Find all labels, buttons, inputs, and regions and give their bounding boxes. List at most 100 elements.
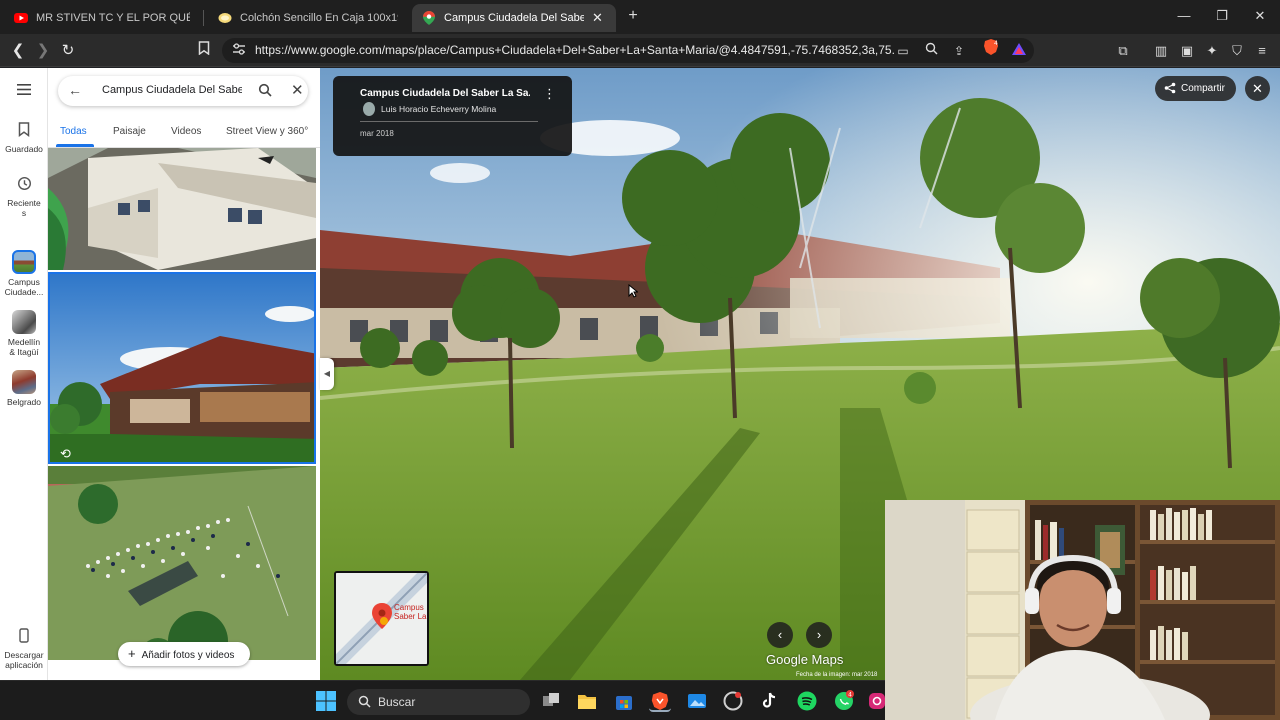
hamburger-menu-icon[interactable] (0, 84, 48, 97)
previous-photo-button[interactable]: ‹ (767, 622, 793, 648)
close-window-icon[interactable]: ✕ (1250, 8, 1270, 24)
windows-start-icon[interactable] (315, 690, 337, 712)
place-thumbnail (12, 370, 36, 394)
vpn-icon[interactable]: ⛉ (1228, 42, 1246, 60)
bookmark-icon (13, 122, 35, 140)
tab-separator (203, 10, 204, 26)
photo-author[interactable]: Luis Horacio Echeverry Molina (381, 104, 496, 114)
maps-left-rail: Guardado Reciente s Campus Ciudade... Me… (0, 68, 48, 680)
add-photos-button[interactable]: + Añadir fotos y videos (118, 642, 250, 666)
more-options-icon[interactable]: ⋮ (543, 86, 556, 102)
phone-icon (13, 628, 35, 646)
app-icon[interactable] (722, 690, 744, 712)
sidebar-icon[interactable]: ▥ (1152, 42, 1170, 60)
plus-icon: + (128, 646, 136, 661)
share-label: Compartir (1181, 83, 1225, 94)
site-settings-icon[interactable] (230, 42, 248, 60)
photo-thumbnail[interactable] (48, 466, 316, 660)
tab-label: Campus Ciudadela Del Saber La (444, 12, 584, 24)
brave-shields-icon[interactable]: 4 (982, 38, 1000, 56)
photo-date: mar 2018 (360, 129, 394, 138)
taskbar-search-box[interactable]: Buscar (347, 689, 530, 715)
address-bar[interactable]: https://www.google.com/maps/place/Campus… (222, 38, 1034, 63)
maps-search-box[interactable]: ← Campus Ciudadela Del Saber ✕ (58, 76, 308, 106)
screen: MR STIVEN TC Y EL POR QUÉ NO SE Colchón … (0, 0, 1280, 720)
clear-search-icon[interactable]: ✕ (291, 81, 304, 99)
rail-place-medellin[interactable]: Medellín & Itagüí (0, 310, 48, 357)
search-input[interactable]: Campus Ciudadela Del Saber (102, 84, 242, 96)
instagram-icon[interactable] (868, 690, 890, 712)
google-maps-watermark: Google Maps (766, 652, 844, 667)
author-avatar (363, 102, 375, 116)
share-page-icon[interactable]: ⇪ (950, 42, 968, 60)
tab-paisaje[interactable]: Paisaje (113, 126, 146, 137)
svg-text:4: 4 (994, 40, 998, 47)
youtube-icon (14, 11, 28, 25)
add-photos-label: Añadir fotos y videos (141, 650, 235, 661)
whatsapp-icon[interactable]: 4 (833, 690, 855, 712)
brave-rewards-icon[interactable] (1010, 42, 1028, 60)
wallet-icon[interactable]: ▣ (1178, 42, 1196, 60)
close-street-view-icon[interactable]: ✕ (1245, 76, 1270, 101)
image-date-label: Fecha de la imagen: mar 2018 (796, 672, 878, 678)
new-tab-button[interactable]: + (624, 7, 642, 25)
mini-map[interactable]: Campus Saber La (334, 571, 429, 666)
share-button[interactable]: Compartir (1155, 76, 1236, 101)
url-text[interactable]: https://www.google.com/maps/place/Campus… (255, 43, 895, 57)
tiktok-icon[interactable] (758, 690, 780, 712)
close-tab-icon[interactable]: ✕ (592, 10, 603, 26)
file-explorer-icon[interactable] (576, 690, 598, 712)
browser-toolbar: ❮ ❯ ↻ https://www.google.com/maps/place/… (0, 34, 1280, 67)
task-view-icon[interactable] (540, 690, 562, 712)
rail-place-campus[interactable]: Campus Ciudade... (0, 250, 48, 297)
photo-thumbnail-selected[interactable]: ⟲ (48, 272, 316, 464)
collapse-panel-button[interactable]: ◀ (320, 358, 334, 390)
tab-youtube[interactable]: MR STIVEN TC Y EL POR QUÉ NO SE (4, 4, 200, 32)
photo-filter-tabs: Todas Paisaje Videos Street View y 360° (48, 120, 320, 148)
photo-title[interactable]: Campus Ciudadela Del Saber La Sa... (360, 88, 530, 99)
photo-thumbnail[interactable] (48, 148, 316, 270)
active-tab-indicator (56, 144, 94, 147)
next-photo-button[interactable]: › (806, 622, 832, 648)
reload-icon[interactable]: ↻ (58, 41, 78, 61)
rail-saved-label: Guardado (5, 144, 43, 154)
tab-todas[interactable]: Todas (60, 126, 87, 137)
tab-store[interactable]: Colchón Sencillo En Caja 100x190 Fib (208, 4, 408, 32)
zoom-icon[interactable] (922, 42, 940, 60)
leo-ai-icon[interactable]: ✦ (1203, 42, 1221, 60)
tab-maps[interactable]: Campus Ciudadela Del Saber La ✕ (412, 4, 616, 32)
tab-label: MR STIVEN TC Y EL POR QUÉ NO SE (36, 12, 190, 24)
brave-browser-icon[interactable] (649, 690, 671, 712)
minimap-place-label: Campus Saber La (394, 603, 427, 621)
svg-text:4: 4 (848, 691, 852, 698)
rail-place-label: Campus Ciudade... (4, 277, 44, 297)
bookmark-icon[interactable] (194, 41, 214, 61)
webcam-overlay (885, 500, 1280, 720)
spotify-icon[interactable] (796, 690, 818, 712)
tab-videos[interactable]: Videos (171, 126, 201, 137)
cast-icon[interactable]: ▭ (894, 42, 912, 60)
menu-icon[interactable]: ≡ (1253, 42, 1271, 60)
windows-taskbar: Buscar 4 (0, 680, 885, 720)
minimize-icon[interactable]: — (1174, 8, 1194, 23)
microsoft-store-icon[interactable] (613, 690, 635, 712)
rail-recent-label: Reciente s (7, 198, 41, 218)
back-icon[interactable]: ❮ (8, 41, 28, 61)
photos-icon[interactable] (686, 690, 708, 712)
history-icon (13, 176, 35, 194)
rail-saved[interactable]: Guardado (0, 122, 48, 154)
mouse-cursor-icon (628, 283, 639, 303)
maximize-icon[interactable]: ❐ (1212, 8, 1232, 24)
place-thumbnail (12, 310, 36, 334)
360-icon: ⟲ (60, 446, 71, 461)
store-icon (218, 11, 232, 25)
rail-download-app[interactable]: Descargar aplicación (0, 628, 48, 670)
back-arrow-icon[interactable]: ← (68, 82, 82, 98)
rail-place-belgrado[interactable]: Belgrado (0, 370, 48, 407)
rail-recent[interactable]: Reciente s (0, 176, 48, 218)
screenshot-icon[interactable]: ⧉ (1114, 42, 1132, 60)
forward-icon[interactable]: ❯ (33, 41, 53, 61)
search-icon[interactable] (258, 83, 272, 97)
tab-street-view[interactable]: Street View y 360° (226, 126, 308, 137)
search-icon (358, 695, 371, 713)
